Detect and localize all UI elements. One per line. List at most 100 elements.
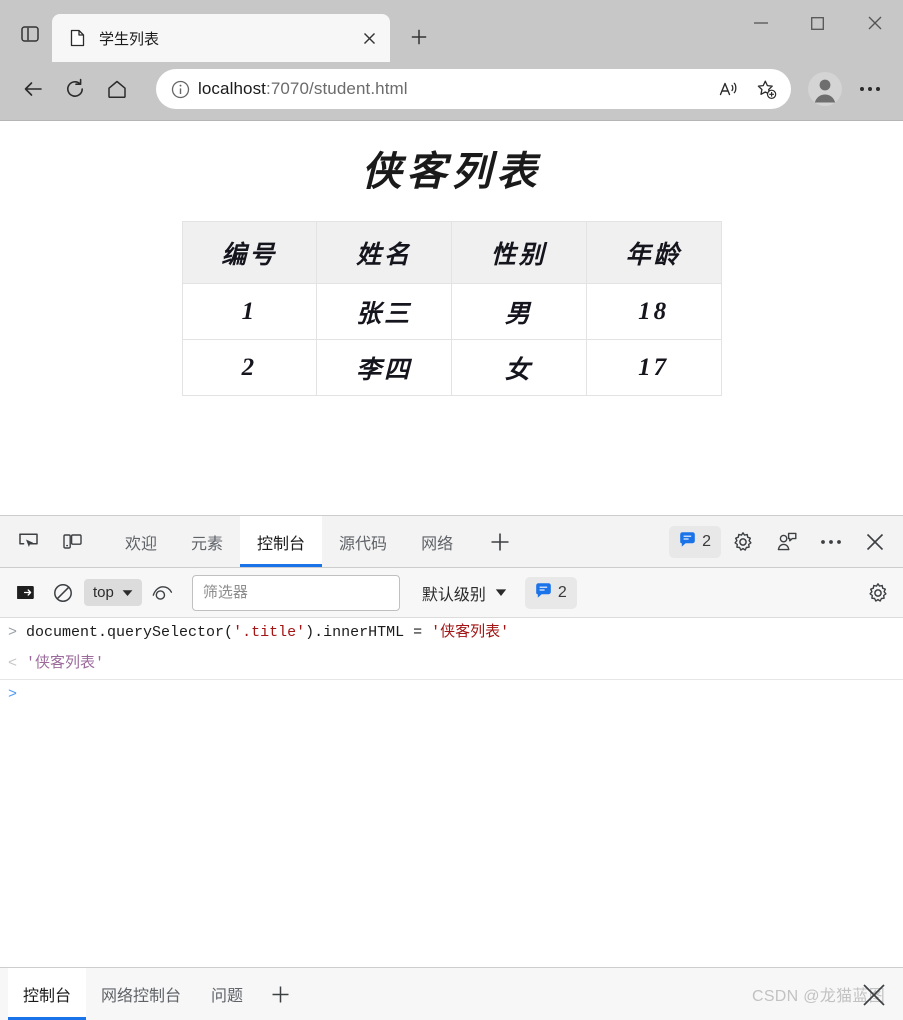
message-count: 2	[558, 584, 567, 602]
arrow-back-icon[interactable]	[12, 68, 54, 110]
page-title: 侠客列表	[0, 139, 903, 197]
tab-label: 控制台	[257, 530, 305, 554]
eye-live-expression-icon[interactable]	[146, 576, 180, 610]
table-cell: 17	[586, 340, 721, 396]
browser-tab[interactable]: 学生列表	[52, 14, 390, 62]
url-host: localhost	[198, 79, 266, 98]
feedback-person-icon[interactable]	[767, 531, 807, 553]
inspect-element-icon[interactable]	[8, 522, 48, 561]
message-bubble-icon	[679, 531, 696, 553]
chevron-right-icon: >	[8, 686, 17, 703]
info-circle-icon[interactable]	[162, 71, 198, 107]
table-cell: 18	[586, 284, 721, 340]
browser-chrome: 学生列表	[0, 0, 903, 120]
ellipsis-horizontal-icon[interactable]	[811, 539, 851, 545]
tab-title: 学生列表	[99, 28, 356, 49]
console-expression: document.querySelector('.title').innerHT…	[26, 622, 509, 645]
device-toolbar-icon[interactable]	[52, 522, 92, 561]
console-filter-input[interactable]	[192, 575, 400, 611]
table-header-row: 编号 姓名 性别 年龄	[182, 222, 721, 284]
sidebar-panel-icon[interactable]	[8, 12, 52, 56]
devtools-panel: 欢迎 元素 控制台 源代码 网络	[0, 515, 903, 1020]
devtools-toolbar-right: 2	[669, 516, 903, 567]
console-result-value: '侠客列表'	[26, 653, 104, 676]
close-icon[interactable]	[846, 0, 903, 46]
message-bubble-icon	[535, 582, 552, 604]
hero-list-table: 编号 姓名 性别 年龄 1 张三 男 18 2 李四 女 17	[182, 221, 722, 396]
table-body: 1 张三 男 18 2 李四 女 17	[182, 284, 721, 396]
reload-icon[interactable]	[54, 68, 96, 110]
ellipsis-horizontal-icon[interactable]	[849, 68, 891, 110]
tab-label: 网络	[421, 530, 453, 554]
toolbar-spacer	[94, 516, 108, 567]
tab-label: 元素	[191, 530, 223, 554]
console-prompt-row[interactable]: >	[0, 680, 903, 709]
page-viewport: 侠客列表 编号 姓名 性别 年龄 1 张三 男 18 2	[0, 120, 903, 515]
drawer-tab-label: 网络控制台	[101, 982, 181, 1006]
execution-context-dropdown[interactable]: top	[84, 579, 142, 606]
gear-icon[interactable]	[861, 576, 895, 610]
devtools-tab-sources[interactable]: 源代码	[322, 516, 404, 567]
address-bar[interactable]: localhost:7070/student.html	[156, 69, 791, 109]
expr-part-3: ).innerHTML =	[305, 624, 431, 641]
expr-part-1: document.querySelector(	[26, 624, 233, 641]
chevron-left-icon: <	[8, 653, 17, 676]
page-document-icon	[68, 29, 86, 47]
window-controls	[732, 0, 903, 62]
context-value: top	[93, 584, 114, 601]
gear-icon[interactable]	[723, 531, 763, 553]
log-level-dropdown[interactable]: 默认级别	[422, 581, 507, 605]
drawer-tab-label: 问题	[211, 982, 243, 1006]
add-panel-button[interactable]	[480, 522, 520, 561]
table-header-cell: 姓名	[317, 222, 452, 284]
table-row: 2 李四 女 17	[182, 340, 721, 396]
close-icon[interactable]	[855, 532, 895, 552]
table-header-cell: 编号	[182, 222, 317, 284]
devtools-tab-network[interactable]: 网络	[404, 516, 470, 567]
tab-label: 源代码	[339, 530, 387, 554]
close-icon[interactable]	[356, 25, 382, 51]
expr-assigned-string: '侠客列表'	[431, 624, 509, 641]
console-message-badge[interactable]: 2	[525, 577, 577, 609]
table-cell: 张三	[317, 284, 452, 340]
devtools-tab-elements[interactable]: 元素	[174, 516, 240, 567]
table-header-cell: 性别	[452, 222, 587, 284]
table-cell: 男	[452, 284, 587, 340]
close-icon[interactable]	[859, 980, 889, 1010]
profile-avatar-icon[interactable]	[805, 69, 845, 109]
console-output[interactable]: > document.querySelector('.title').inner…	[0, 618, 903, 967]
devtools-drawer-tab-bar: 控制台 网络控制台 问题 CSDN @龙猫蓝图	[0, 967, 903, 1020]
console-sidebar-icon[interactable]	[8, 576, 42, 610]
drawer-tab-label: 控制台	[23, 982, 71, 1006]
title-bar: 学生列表	[0, 0, 903, 62]
drawer-add-tab-button[interactable]	[258, 968, 302, 1020]
browser-window: 学生列表	[0, 0, 903, 1020]
tab-label: 欢迎	[125, 530, 157, 554]
table-cell: 女	[452, 340, 587, 396]
devtools-tab-console[interactable]: 控制台	[240, 516, 322, 567]
table-cell: 1	[182, 284, 317, 340]
home-icon[interactable]	[96, 68, 138, 110]
console-input-entry: > document.querySelector('.title').inner…	[0, 618, 903, 649]
issues-count: 2	[702, 533, 711, 551]
caret-down-icon	[122, 584, 133, 601]
table-header-cell: 年龄	[586, 222, 721, 284]
issues-badge[interactable]: 2	[669, 526, 721, 558]
url-path: :7070/student.html	[266, 79, 408, 98]
clear-console-icon[interactable]	[46, 576, 80, 610]
drawer-tab-issues[interactable]: 问题	[196, 968, 258, 1020]
read-aloud-icon[interactable]	[709, 70, 747, 108]
level-value: 默认级别	[422, 581, 486, 605]
table-cell: 2	[182, 340, 317, 396]
maximize-icon[interactable]	[789, 0, 846, 46]
devtools-tab-welcome[interactable]: 欢迎	[108, 516, 174, 567]
expr-selector-string: '.title'	[233, 624, 305, 641]
table-row: 1 张三 男 18	[182, 284, 721, 340]
address-bar-url[interactable]: localhost:7070/student.html	[198, 79, 709, 99]
drawer-tab-console[interactable]: 控制台	[8, 968, 86, 1020]
new-tab-button[interactable]	[400, 18, 438, 56]
devtools-tab-bar: 欢迎 元素 控制台 源代码 网络	[0, 516, 903, 568]
add-favorite-star-icon[interactable]	[747, 70, 785, 108]
drawer-tab-network-console[interactable]: 网络控制台	[86, 968, 196, 1020]
minimize-icon[interactable]	[732, 0, 789, 46]
